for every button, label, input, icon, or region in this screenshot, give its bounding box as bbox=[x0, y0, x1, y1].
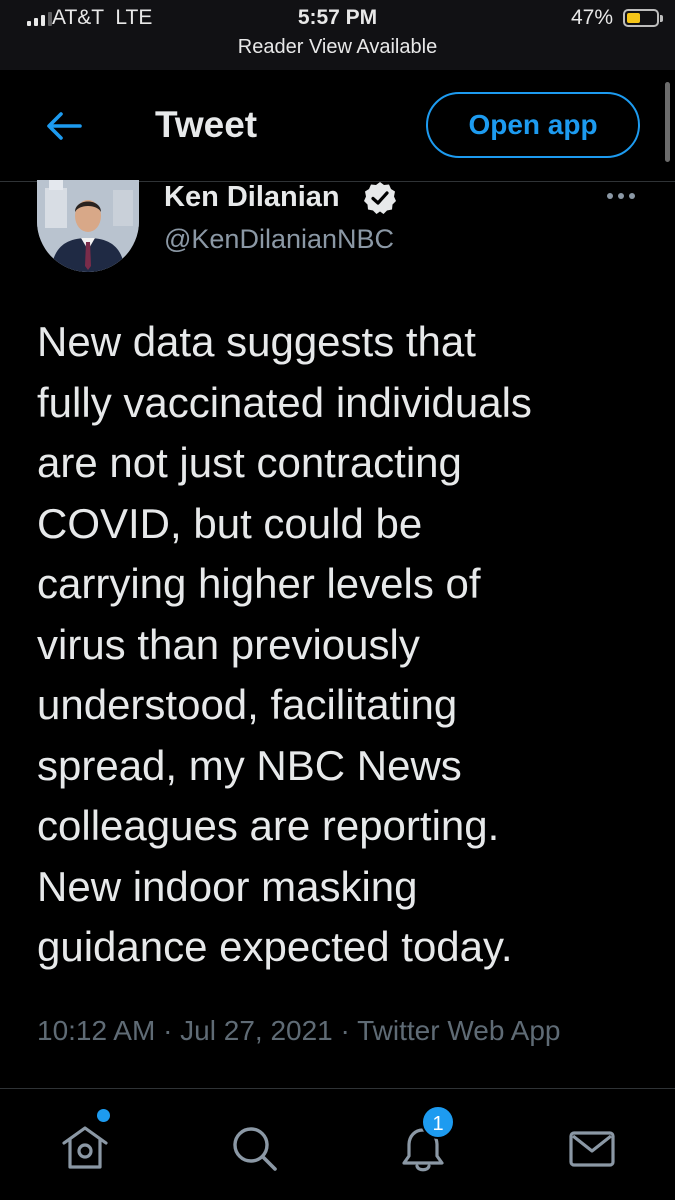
tweet-meta: 10:12 AM · Jul 27, 2021 · Twitter Web Ap… bbox=[37, 1015, 561, 1046]
nav-notifications-button[interactable] bbox=[368, 1089, 468, 1200]
verified-badge-icon bbox=[364, 182, 396, 214]
battery-icon bbox=[623, 9, 663, 27]
notifications-badge: 1 bbox=[421, 1105, 455, 1139]
nav-search-button[interactable] bbox=[199, 1089, 299, 1200]
bottom-nav: 1 bbox=[0, 1088, 675, 1200]
search-icon bbox=[233, 1127, 277, 1171]
battery-fill bbox=[627, 13, 640, 23]
back-button[interactable] bbox=[44, 106, 84, 146]
more-options-icon[interactable] bbox=[604, 186, 638, 206]
home-icon bbox=[62, 1126, 108, 1169]
author-handle[interactable]: @KenDilanianNBC bbox=[164, 224, 394, 255]
author-name[interactable]: Ken Dilanian bbox=[164, 181, 340, 214]
page-title: Tweet bbox=[155, 104, 258, 145]
reader-view-banner[interactable]: Reader View Available bbox=[0, 36, 675, 59]
open-app-button[interactable]: Open app bbox=[426, 92, 640, 158]
nav-home-button[interactable] bbox=[30, 1089, 130, 1200]
avatar-photo bbox=[37, 180, 139, 272]
scrollbar[interactable] bbox=[665, 82, 670, 162]
status-bar: AT&T LTE 5:57 PM Reader View Available 4… bbox=[0, 0, 675, 70]
avatar[interactable] bbox=[37, 180, 139, 272]
arrow-left-icon bbox=[47, 112, 82, 140]
battery-nub bbox=[660, 15, 663, 22]
tweet-header: Tweet Open app bbox=[0, 70, 675, 182]
home-unread-dot bbox=[97, 1109, 110, 1122]
messages-envelope-icon bbox=[569, 1131, 615, 1167]
battery-percent: 47% bbox=[571, 6, 614, 29]
tweet-text: New data suggests that fully vaccinated … bbox=[37, 318, 532, 970]
nav-messages-button[interactable] bbox=[537, 1089, 637, 1200]
